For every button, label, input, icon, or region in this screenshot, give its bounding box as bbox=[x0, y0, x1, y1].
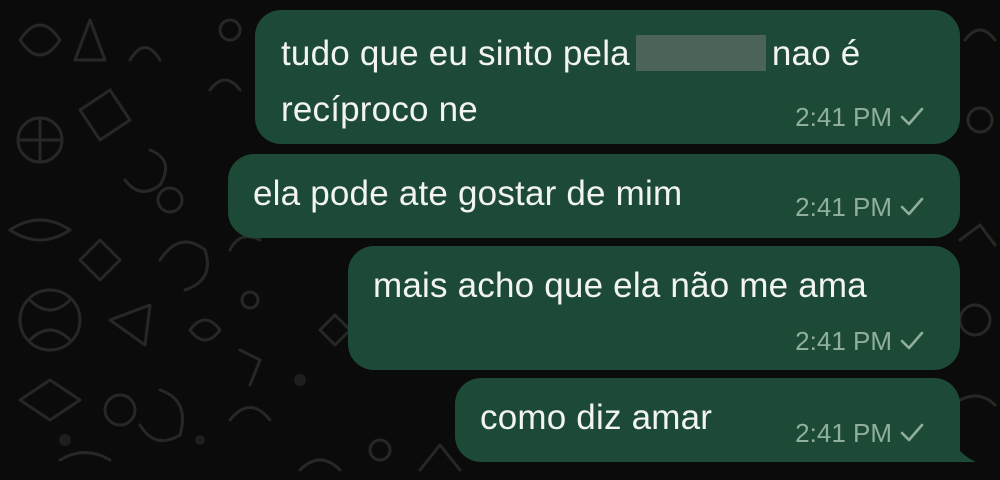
message-text: ela pode ate gostar de mim bbox=[253, 174, 683, 213]
message-bubble[interactable]: tudo que eu sinto pela nao é recíproco ne… bbox=[255, 10, 960, 144]
sent-check-icon bbox=[900, 326, 924, 357]
sent-check-icon bbox=[900, 102, 924, 133]
message-text-line2: recíproco ne bbox=[281, 90, 478, 129]
sent-check-icon bbox=[900, 418, 924, 449]
message-text: como diz amar bbox=[480, 398, 713, 437]
message-meta: 2:41 PM bbox=[795, 418, 924, 449]
message-time: 2:41 PM bbox=[795, 418, 892, 448]
message-text: tudo que eu sinto pela nao é bbox=[281, 24, 860, 84]
bubble-tail bbox=[948, 434, 976, 462]
message-meta: 2:41 PM bbox=[795, 326, 924, 357]
message-time: 2:41 PM bbox=[795, 102, 892, 132]
message-time: 2:41 PM bbox=[795, 326, 892, 356]
message-meta: 2:41 PM bbox=[795, 102, 924, 133]
message-bubble[interactable]: ela pode ate gostar de mim 2:41 PM bbox=[228, 154, 960, 238]
message-time: 2:41 PM bbox=[795, 192, 892, 222]
message-text: mais acho que ela não me ama bbox=[373, 266, 867, 305]
message-text-part: tudo que eu sinto pela bbox=[281, 34, 630, 73]
sent-check-icon bbox=[900, 192, 924, 223]
message-bubble[interactable]: como diz amar 2:41 PM bbox=[455, 378, 960, 462]
message-list[interactable]: tudo que eu sinto pela nao é recíproco ne… bbox=[0, 0, 1000, 480]
message-text-part: nao é bbox=[771, 34, 861, 73]
redacted-name-block bbox=[635, 34, 766, 71]
message-meta: 2:41 PM bbox=[795, 192, 924, 223]
message-bubble[interactable]: mais acho que ela não me ama 2:41 PM bbox=[348, 246, 960, 370]
